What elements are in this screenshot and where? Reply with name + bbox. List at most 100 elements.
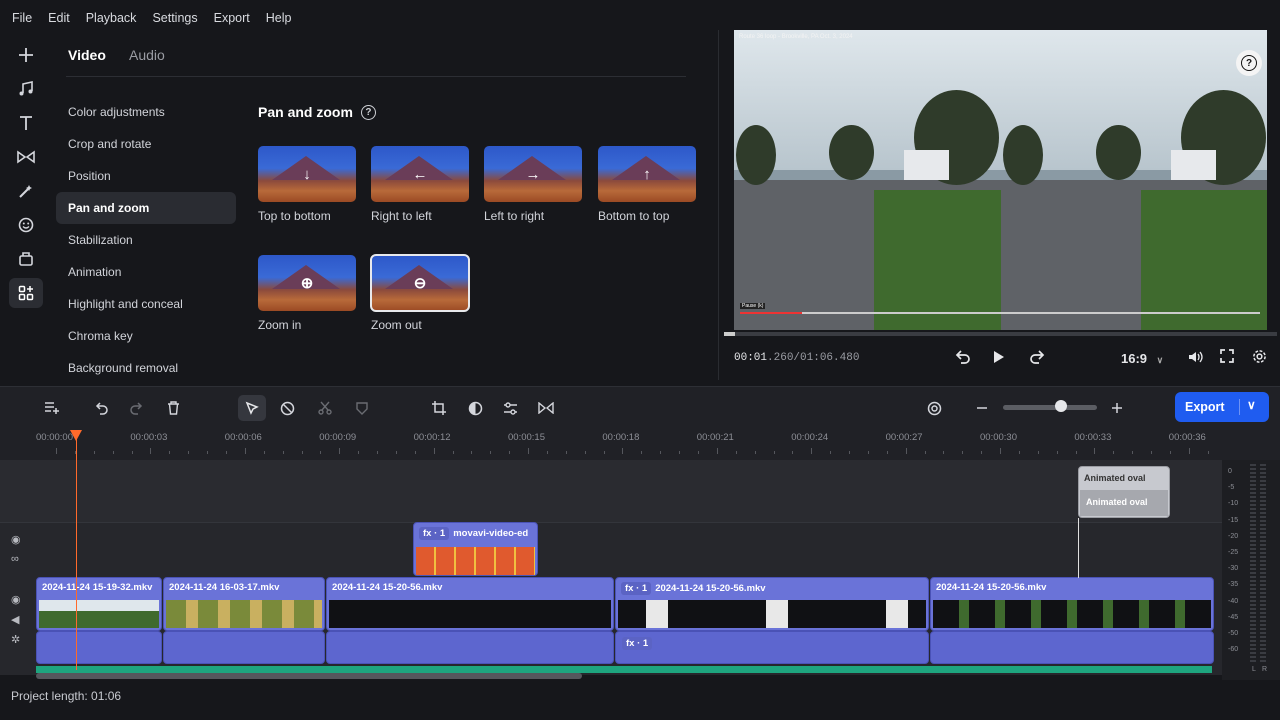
menu-help[interactable]: Help — [258, 11, 300, 25]
category-pan-and-zoom[interactable]: Pan and zoom — [56, 192, 236, 224]
audio-clip[interactable] — [163, 631, 325, 664]
link-icon[interactable]: ∞ — [11, 553, 19, 565]
category-chroma-key[interactable]: Chroma key — [56, 320, 236, 352]
menu-export[interactable]: Export — [206, 11, 258, 25]
rewind-button[interactable] — [955, 349, 971, 368]
preview-settings-button[interactable] — [1252, 349, 1267, 367]
timeline-zoom-slider[interactable] — [1003, 405, 1097, 410]
crop-button[interactable] — [425, 395, 453, 421]
preset-thumbnail: ↑ — [598, 146, 696, 202]
cut-button[interactable] — [311, 395, 339, 421]
video-clip[interactable]: 2024-11-24 15-20-56.mkv — [326, 577, 614, 631]
fullscreen-button[interactable] — [1220, 349, 1234, 366]
select-tool-button[interactable] — [238, 395, 266, 421]
filters-button[interactable] — [9, 176, 43, 206]
add-track-icon — [45, 402, 59, 414]
playhead-handle[interactable] — [70, 430, 82, 441]
zoom-in-button[interactable] — [1103, 395, 1131, 421]
preset-zoom-in[interactable]: ⊕ Zoom in — [258, 255, 357, 332]
video-clip[interactable]: fx · 1 2024-11-24 15-20-56.mkv — [615, 577, 929, 631]
audio-clip[interactable] — [326, 631, 614, 664]
aspect-ratio-select[interactable]: 16:9 ∨ — [1121, 351, 1163, 366]
ruler-time-label: 00:00:09 — [319, 432, 357, 443]
category-stabilization[interactable]: Stabilization — [56, 224, 236, 256]
menu-settings[interactable]: Settings — [144, 11, 205, 25]
video-clip[interactable]: 2024-11-24 15-20-56.mkv — [930, 577, 1214, 631]
meter-db-label: -25 — [1228, 549, 1239, 556]
play-button[interactable] — [992, 349, 1006, 368]
transitions-button[interactable] — [9, 142, 43, 172]
audio-clip[interactable]: fx · 1 — [615, 631, 929, 664]
category-animation[interactable]: Animation — [56, 256, 236, 288]
preset-label: Right to left — [371, 209, 432, 223]
preset-thumbnail: ⊕ — [258, 255, 356, 311]
preset-bottom-to-top[interactable]: ↑ Bottom to top — [598, 146, 697, 223]
tab-video[interactable]: Video — [68, 47, 106, 63]
color-button[interactable] — [461, 395, 489, 421]
overlay-clip[interactable]: fx · 1 movavi-video-ed — [413, 522, 538, 576]
audio-clip[interactable] — [36, 631, 162, 664]
titles-button[interactable] — [9, 108, 43, 138]
menu-file[interactable]: File — [4, 11, 40, 25]
video-preview[interactable]: Route 36 loop - Brookville, PA Oct. 3, 2… — [734, 30, 1267, 330]
ruler-tick — [169, 451, 171, 454]
eye-icon[interactable]: ◉ — [11, 533, 21, 546]
marker-button[interactable] — [348, 395, 376, 421]
add-track-button[interactable] — [38, 395, 66, 421]
video-clip[interactable]: 2024-11-24 15-19-32.mkv — [36, 577, 162, 631]
sliders-icon — [503, 401, 517, 415]
category-highlight-and-conceal[interactable]: Highlight and conceal — [56, 288, 236, 320]
playhead[interactable] — [76, 432, 77, 670]
transition-wizard-button[interactable] — [532, 395, 560, 421]
category-position[interactable]: Position — [56, 160, 236, 192]
ruler-tick — [1170, 451, 1171, 454]
timeline-scrollbar[interactable] — [36, 673, 582, 679]
preset-top-to-bottom[interactable]: ↓ Top to bottom — [258, 146, 357, 223]
time-ruler[interactable]: 00:00:00 00:00:03 00:00:06 00:00:09 00:00:12… — [0, 428, 1280, 460]
music-button[interactable] — [9, 74, 43, 104]
settings-icon[interactable]: ✲ — [11, 633, 20, 646]
menu-playback[interactable]: Playback — [78, 11, 145, 25]
preview-help-button[interactable]: ? — [1236, 50, 1262, 76]
help-icon[interactable]: ? — [360, 104, 376, 120]
timecode-current: 00:01 — [734, 352, 768, 364]
ruler-tick — [339, 448, 341, 454]
export-button[interactable]: Export ∨ — [1175, 392, 1269, 422]
status-bar: Project length: 01:06 — [0, 682, 1280, 720]
category-background-removal[interactable]: Background removal — [56, 352, 236, 384]
stickers-button[interactable] — [9, 210, 43, 240]
ruler-tick — [112, 451, 114, 454]
ruler-time-label: 00:00:18 — [602, 432, 640, 443]
volume-button[interactable] — [1187, 349, 1203, 368]
title-clip[interactable]: Animated oval Animated oval — [1078, 466, 1170, 518]
category-crop-and-rotate[interactable]: Crop and rotate — [56, 128, 236, 160]
preset-zoom-out[interactable]: ⊖ Zoom out — [370, 254, 470, 332]
tab-audio[interactable]: Audio — [129, 47, 165, 63]
category-color-adjustments[interactable]: Color adjustments — [56, 96, 236, 128]
delete-button[interactable] — [159, 395, 187, 421]
ruler-time-label: 00:00:03 — [130, 432, 168, 443]
clip-tools-button[interactable] — [9, 244, 43, 274]
preview-scrubber[interactable] — [724, 332, 1277, 336]
more-tools-icon — [18, 285, 34, 301]
chevron-down-icon[interactable]: ∨ — [1247, 398, 1256, 412]
audio-clip[interactable] — [930, 631, 1214, 664]
video-clip[interactable]: 2024-11-24 16-03-17.mkv — [163, 577, 325, 631]
preset-left-to-right[interactable]: → Left to right — [484, 146, 583, 223]
razor-tool-button[interactable] — [273, 395, 301, 421]
redo-button[interactable] — [123, 395, 151, 421]
forward-button[interactable] — [1029, 349, 1045, 368]
preset-right-to-left[interactable]: ← Right to left — [371, 146, 470, 223]
magnet-button[interactable] — [920, 395, 948, 421]
project-length: Project length: 01:06 — [11, 689, 122, 703]
zoom-out-button[interactable] — [968, 395, 996, 421]
undo-button[interactable] — [87, 395, 115, 421]
eye-icon[interactable]: ◉ — [11, 593, 21, 606]
clip-properties-button[interactable] — [496, 395, 524, 421]
add-media-button[interactable] — [9, 40, 43, 70]
menu-edit[interactable]: Edit — [40, 11, 78, 25]
speaker-icon[interactable]: ◀ — [11, 613, 19, 626]
title-clip-connector — [1078, 518, 1079, 578]
ruler-tick — [282, 451, 284, 454]
more-tools-button[interactable] — [9, 278, 43, 308]
